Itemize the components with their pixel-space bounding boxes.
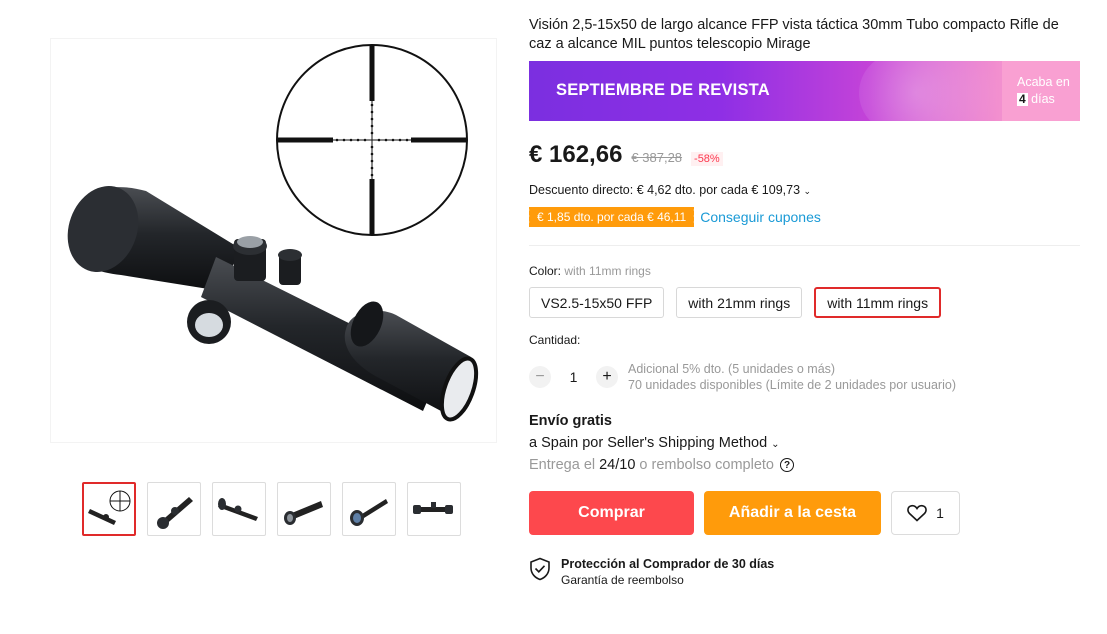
wishlist-button[interactable]: 1 bbox=[891, 491, 960, 535]
thumbnail-3[interactable] bbox=[212, 482, 266, 536]
banner-ends-label: Acaba en bbox=[1017, 75, 1070, 89]
banner-countdown: Acaba en 4 días bbox=[1002, 61, 1080, 121]
shield-check-icon bbox=[530, 557, 550, 581]
buyer-protection: Protección al Comprador de 30 días Garan… bbox=[529, 557, 1080, 587]
thumbnail-6[interactable] bbox=[407, 482, 461, 536]
quantity-value[interactable]: 1 bbox=[551, 369, 596, 385]
thumbnail-scope-front-icon bbox=[284, 501, 323, 525]
buy-now-button[interactable]: Comprar bbox=[529, 491, 694, 535]
thumbnail-scope-angle-icon bbox=[350, 499, 388, 526]
direct-discount-text: Descuento directo: € 4,62 dto. por cada … bbox=[529, 183, 801, 197]
color-selected-value: with 11mm rings bbox=[564, 264, 651, 278]
shipping-title: Envío gratis bbox=[529, 413, 612, 429]
color-label: Color: with 11mm rings bbox=[529, 264, 1080, 278]
quantity-minus-button[interactable]: − bbox=[529, 366, 551, 388]
thumbnail-1[interactable] bbox=[82, 482, 136, 536]
add-to-cart-button[interactable]: Añadir a la cesta bbox=[704, 491, 881, 535]
price-row: € 162,66 € 387,28 -58% bbox=[529, 141, 1080, 169]
action-buttons: Comprar Añadir a la cesta 1 bbox=[529, 491, 1080, 535]
delivery-date: 24/10 bbox=[599, 457, 636, 473]
banner-days-row: 4 días bbox=[1017, 91, 1080, 108]
get-coupons-link[interactable]: Conseguir cupones bbox=[700, 209, 821, 225]
protection-text: Protección al Comprador de 30 días Garan… bbox=[561, 557, 774, 587]
thumbnail-scope-side-2-icon bbox=[218, 498, 258, 521]
help-icon[interactable]: ? bbox=[780, 458, 794, 472]
shipping-method[interactable]: a Spain por Seller's Shipping Method ⌄ bbox=[529, 435, 1080, 451]
protection-subtitle: Garantía de reembolso bbox=[561, 573, 684, 587]
original-price: € 387,28 bbox=[631, 150, 683, 165]
thumbnail-scope-side-icon bbox=[157, 497, 193, 529]
thumbnail-5[interactable] bbox=[342, 482, 396, 536]
divider bbox=[529, 245, 1080, 246]
variant-option-11mm[interactable]: with 11mm rings bbox=[814, 287, 942, 318]
banner-days-count: 4 bbox=[1017, 92, 1028, 106]
reticle-illustration bbox=[276, 44, 468, 236]
chevron-down-icon: ⌄ bbox=[803, 186, 812, 196]
coupon-row: € 1,85 dto. por cada € 46,11 Conseguir c… bbox=[526, 207, 1080, 227]
quantity-stepper: − 1 + Adicional 5% dto. (5 unidades o má… bbox=[529, 361, 1080, 393]
thumbnail-strip bbox=[82, 482, 461, 536]
scope-image bbox=[67, 44, 479, 422]
quantity-stock: 70 unidades disponibles (Límite de 2 uni… bbox=[628, 378, 956, 392]
current-price: € 162,66 bbox=[529, 141, 623, 168]
quantity-info: Adicional 5% dto. (5 unidades o más) 70 … bbox=[628, 361, 956, 393]
banner-title: SEPTIEMBRE DE REVISTA bbox=[556, 81, 770, 99]
thumbnail-scope-profile-icon bbox=[413, 502, 453, 514]
delivery-prefix: Entrega el bbox=[529, 457, 596, 473]
quantity-label: Cantidad: bbox=[529, 333, 581, 347]
product-title: Visión 2,5-15x50 de largo alcance FFP vi… bbox=[529, 17, 1059, 52]
coupon-badge: € 1,85 dto. por cada € 46,11 bbox=[526, 207, 695, 227]
promo-banner[interactable]: SEPTIEMBRE DE REVISTA Acaba en 4 días bbox=[529, 61, 1080, 121]
delivery-suffix: o rembolso completo bbox=[639, 457, 774, 473]
variant-option-ffp[interactable]: VS2.5-15x50 FFP bbox=[529, 287, 665, 318]
wishlist-count: 1 bbox=[936, 505, 944, 521]
chevron-down-icon: ⌄ bbox=[771, 439, 780, 450]
main-product-image[interactable] bbox=[50, 38, 497, 443]
heart-icon bbox=[907, 504, 927, 522]
quantity-bulk-discount: Adicional 5% dto. (5 unidades o más) bbox=[628, 362, 836, 376]
protection-title: Protección al Comprador de 30 días bbox=[561, 557, 775, 571]
thumbnail-4[interactable] bbox=[277, 482, 331, 536]
thumbnail-2[interactable] bbox=[147, 482, 201, 536]
discount-badge: -58% bbox=[691, 152, 723, 166]
color-label-text: Color: bbox=[529, 264, 562, 278]
thumbnail-scope-reticle-icon bbox=[88, 490, 131, 525]
delivery-estimate: Entrega el 24/10 o rembolso completo ? bbox=[529, 457, 1080, 473]
quantity-plus-button[interactable]: + bbox=[596, 366, 618, 388]
direct-discount[interactable]: Descuento directo: € 4,62 dto. por cada … bbox=[529, 183, 1080, 197]
shipping-method-text: a Spain por Seller's Shipping Method bbox=[529, 435, 768, 451]
variant-option-21mm[interactable]: with 21mm rings bbox=[676, 287, 803, 318]
banner-days-label: días bbox=[1031, 92, 1055, 106]
variant-options: VS2.5-15x50 FFP with 21mm rings with 11m… bbox=[529, 287, 1080, 318]
product-info-panel: Visión 2,5-15x50 de largo alcance FFP vi… bbox=[526, 16, 1080, 587]
